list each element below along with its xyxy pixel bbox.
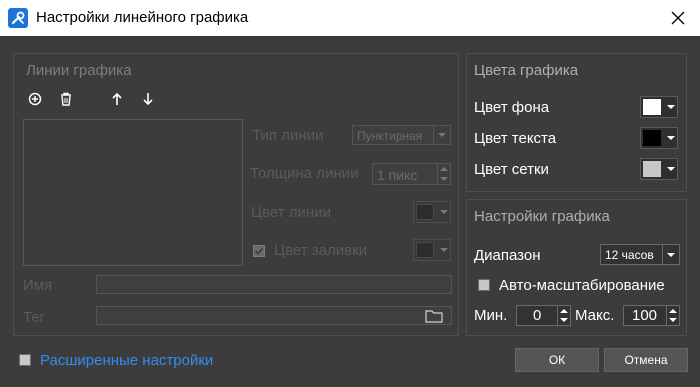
arrow-up-icon: [112, 92, 122, 105]
thickness-value: 1 пикс: [377, 167, 418, 183]
bg-color-button[interactable]: [640, 96, 678, 118]
ok-label: ОК: [548, 353, 566, 367]
move-up-button[interactable]: [107, 89, 127, 109]
spinner-icon: [666, 306, 679, 325]
line-color-swatch: [416, 204, 434, 220]
folder-icon[interactable]: [425, 309, 443, 323]
advanced-settings-link[interactable]: Расширенные настройки: [40, 352, 213, 369]
ok-button[interactable]: ОК: [515, 348, 599, 372]
add-circle-icon: [28, 92, 42, 106]
colors-panel-title: Цвета графика: [474, 62, 579, 79]
fill-color-button[interactable]: [413, 239, 451, 261]
chevron-down-icon: [433, 126, 450, 144]
add-line-button[interactable]: [25, 89, 45, 109]
title-bar: Настройки линейного графика: [0, 0, 700, 36]
max-spinbox[interactable]: 100: [623, 305, 680, 326]
thickness-label: Толщина линии: [250, 165, 359, 182]
min-value: 0: [533, 307, 542, 324]
line-color-label: Цвет линии: [251, 204, 331, 221]
checkmark-icon: [254, 247, 264, 255]
grid-color-button[interactable]: [640, 158, 678, 180]
spinner-icon: [437, 164, 450, 184]
cancel-button[interactable]: Отмена: [604, 348, 688, 372]
wrench-icon: [8, 8, 28, 28]
text-color-button[interactable]: [640, 127, 678, 149]
name-label: Имя: [23, 277, 53, 294]
cancel-label: Отмена: [624, 353, 668, 367]
chevron-down-icon: [663, 97, 678, 117]
move-down-button[interactable]: [138, 89, 158, 109]
window-title: Настройки линейного графика: [36, 9, 249, 26]
max-label: Макс.: [575, 307, 615, 324]
range-select[interactable]: 12 часов: [600, 244, 680, 265]
chevron-down-icon: [663, 159, 678, 179]
line-color-button[interactable]: [413, 201, 451, 223]
chevron-down-icon: [662, 245, 679, 264]
line-type-value: Пунктирная: [357, 129, 423, 143]
trash-icon: [61, 92, 71, 106]
max-value: 100: [632, 307, 658, 324]
text-color-label: Цвет текста: [474, 130, 557, 147]
autoscale-checkbox[interactable]: [478, 279, 490, 291]
chevron-down-icon: [663, 128, 678, 148]
lines-panel-title: Линии графика: [26, 62, 132, 79]
fill-color-checkbox[interactable]: [253, 245, 265, 257]
bg-color-label: Цвет фона: [474, 99, 550, 116]
fill-color-swatch: [416, 242, 434, 258]
range-label: Диапазон: [474, 247, 541, 264]
bg-color-swatch: [643, 99, 661, 115]
autoscale-label: Авто-масштабирование: [499, 277, 665, 294]
close-icon: [671, 11, 685, 25]
arrow-down-icon: [143, 93, 153, 106]
grid-color-label: Цвет сетки: [474, 161, 549, 178]
thickness-spinbox[interactable]: 1 пикс: [372, 163, 451, 185]
spinner-icon: [557, 306, 570, 325]
min-spinbox[interactable]: 0: [516, 305, 571, 326]
tag-input[interactable]: [96, 306, 452, 325]
chevron-down-icon: [436, 202, 451, 222]
advanced-checkbox[interactable]: [19, 354, 31, 366]
settings-panel-title: Настройки графика: [474, 208, 610, 225]
range-value: 12 часов: [605, 248, 654, 262]
grid-color-swatch: [643, 161, 661, 177]
delete-line-button[interactable]: [56, 89, 76, 109]
name-input[interactable]: [96, 275, 452, 294]
tag-label: Тег: [23, 309, 46, 326]
close-button[interactable]: [656, 0, 700, 36]
min-label: Мин.: [474, 307, 508, 324]
line-type-select[interactable]: Пунктирная: [352, 125, 451, 145]
line-type-label: Тип линии: [252, 127, 324, 144]
fill-color-label: Цвет заливки: [274, 242, 368, 259]
lines-list[interactable]: [23, 119, 243, 266]
chevron-down-icon: [436, 240, 451, 260]
text-color-swatch: [643, 130, 661, 146]
